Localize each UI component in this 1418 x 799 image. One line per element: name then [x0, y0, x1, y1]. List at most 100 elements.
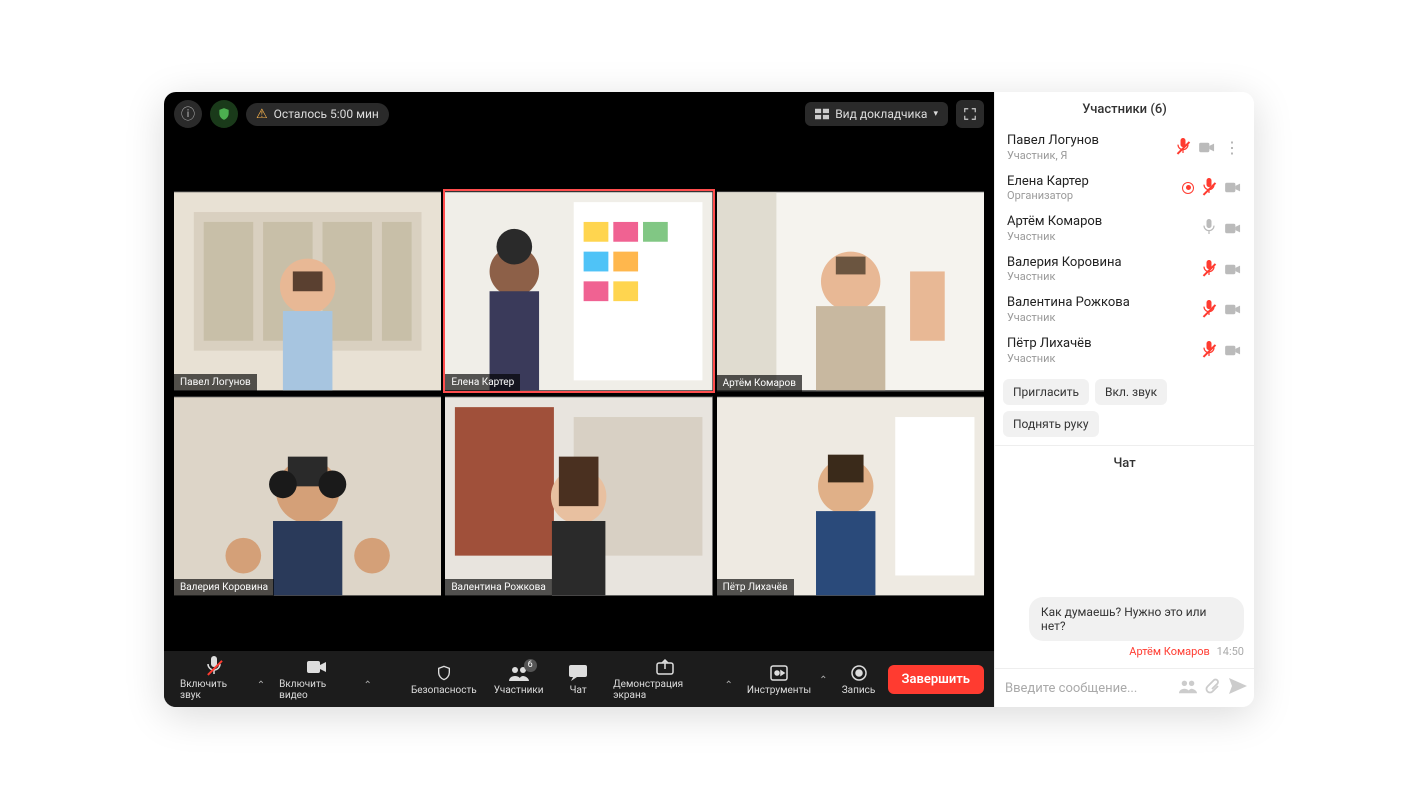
time-remaining-pill[interactable]: ⚠ Осталось 5:00 мин	[246, 103, 389, 126]
mic-icon	[1200, 341, 1218, 359]
shield-icon	[436, 663, 452, 683]
mic-icon	[207, 656, 221, 679]
time-remaining-text: Осталось 5:00 мин	[274, 107, 379, 121]
share-label: Демонстрация экрана	[613, 679, 716, 701]
tile-name-tag: Валерия Коровина	[174, 579, 274, 596]
camera-icon	[1198, 138, 1216, 156]
video-tile[interactable]: Павел Логунов	[174, 191, 441, 391]
warning-icon: ⚠	[256, 107, 268, 122]
video-tile[interactable]: Артём Комаров	[717, 191, 984, 392]
share-button[interactable]: Демонстрация экрана	[607, 657, 722, 701]
chat-message-sender: Артём Комаров	[1129, 645, 1210, 658]
raise-hand-button[interactable]: Поднять руку	[1003, 411, 1099, 437]
mention-icon[interactable]	[1179, 678, 1197, 698]
participants-label: Участники	[494, 685, 544, 696]
mic-icon	[1174, 138, 1192, 156]
mute-all-button[interactable]: Вкл. звук	[1095, 379, 1167, 405]
chat-panel-title: Чат	[995, 445, 1254, 481]
chat-input[interactable]	[1005, 681, 1171, 696]
participant-video	[445, 191, 712, 391]
participant-row[interactable]: Павел ЛогуновУчастник, Я ⋮	[1003, 127, 1246, 168]
audio-label: Включить звук	[180, 679, 249, 701]
chevron-down-icon: ▾	[933, 109, 938, 119]
participant-name: Валерия Коровина	[1007, 255, 1194, 271]
security-status-button[interactable]	[210, 100, 238, 128]
invite-button[interactable]: Пригласить	[1003, 379, 1089, 405]
participant-role: Участник	[1007, 311, 1194, 324]
participant-row[interactable]: Валентина РожковаУчастник	[1003, 289, 1246, 330]
audio-button[interactable]: Включить звук	[174, 657, 255, 701]
view-mode-button[interactable]: Вид докладчика ▾	[805, 102, 948, 126]
participant-role: Участник	[1007, 230, 1194, 243]
mic-icon	[1200, 301, 1218, 319]
video-button[interactable]: Включить видео	[273, 657, 361, 701]
video-tile[interactable]: Валерия Коровина	[174, 396, 441, 596]
tools-caret[interactable]: ⌃	[817, 675, 829, 696]
camera-icon	[1224, 260, 1242, 278]
participant-row[interactable]: Валерия КоровинаУчастник	[1003, 249, 1246, 290]
recording-icon	[1182, 182, 1194, 194]
participant-row[interactable]: Елена КартерОрганизатор	[1003, 168, 1246, 209]
security-button[interactable]: Безопасность	[406, 663, 483, 696]
participants-actions: Пригласить Вкл. звук Поднять руку	[995, 371, 1254, 445]
participant-name: Павел Логунов	[1007, 133, 1168, 149]
fullscreen-button[interactable]	[956, 100, 984, 128]
participants-panel-title: Участники (6)	[995, 92, 1254, 127]
chat-body: Как думаешь? Нужно это или нет? Артём Ко…	[995, 481, 1254, 668]
participant-video	[174, 396, 441, 596]
chat-button[interactable]: Чат	[555, 663, 601, 696]
fullscreen-icon	[963, 107, 977, 121]
tile-name-tag: Артём Комаров	[717, 375, 802, 392]
participant-video	[174, 191, 441, 391]
participant-role: Участник	[1007, 352, 1194, 365]
share-caret[interactable]: ⌃	[722, 680, 734, 701]
video-icon	[307, 657, 327, 677]
bottom-bar: Включить звук ⌃ Включить видео ⌃ Безопас…	[164, 651, 994, 707]
video-tile[interactable]: Валентина Рожкова	[445, 396, 712, 596]
video-grid-wrap: Павел Логунов Елена Картер Артём Комаров	[164, 136, 994, 651]
audio-caret[interactable]: ⌃	[255, 680, 267, 701]
chat-message-bubble: Как думаешь? Нужно это или нет?	[1029, 597, 1244, 641]
send-icon[interactable]	[1229, 678, 1247, 698]
mic-icon	[1200, 260, 1218, 278]
record-button[interactable]: Запись	[836, 663, 882, 696]
video-tile[interactable]: Пётр Лихачёв	[717, 396, 984, 597]
info-button[interactable]: ⓘ	[174, 100, 202, 128]
video-tile[interactable]: Елена Картер	[445, 191, 712, 391]
participant-name: Валентина Рожкова	[1007, 295, 1194, 311]
camera-icon	[1224, 341, 1242, 359]
chat-message-meta: Артём Комаров 14:50	[1129, 645, 1244, 658]
camera-icon	[1224, 179, 1242, 197]
participants-list: Павел ЛогуновУчастник, Я ⋮ Елена КартерОрг…	[995, 127, 1254, 371]
tile-name-tag: Валентина Рожкова	[445, 579, 551, 596]
share-icon	[656, 657, 674, 677]
tools-button[interactable]: Инструменты	[741, 663, 817, 696]
mic-icon	[1200, 219, 1218, 237]
participant-video	[445, 396, 712, 596]
participants-button[interactable]: 6 Участники	[488, 663, 549, 696]
attach-icon[interactable]	[1205, 677, 1221, 699]
participant-row[interactable]: Пётр ЛихачёвУчастник	[1003, 330, 1246, 371]
participant-row[interactable]: Артём КомаровУчастник	[1003, 208, 1246, 249]
top-bar: ⓘ ⚠ Осталось 5:00 мин Вид докладчика ▾	[164, 92, 994, 136]
tools-label: Инструменты	[747, 685, 811, 696]
record-icon	[851, 663, 867, 683]
video-grid: Павел Логунов Елена Картер Артём Комаров	[174, 191, 984, 596]
more-icon[interactable]: ⋮	[1222, 138, 1242, 157]
app-window: ⓘ ⚠ Осталось 5:00 мин Вид докладчика ▾	[164, 92, 1254, 707]
grid-icon	[815, 108, 829, 120]
participant-role: Организатор	[1007, 189, 1176, 202]
end-call-button[interactable]: Завершить	[888, 665, 984, 694]
side-panel: Участники (6) Павел ЛогуновУчастник, Я ⋮ Е…	[994, 92, 1254, 707]
participant-role: Участник, Я	[1007, 149, 1168, 162]
info-icon: ⓘ	[181, 104, 195, 124]
chat-icon	[569, 663, 587, 683]
participant-name: Елена Картер	[1007, 174, 1176, 190]
participants-count-badge: 6	[524, 659, 537, 672]
mic-icon	[1200, 179, 1218, 197]
tile-name-tag: Пётр Лихачёв	[717, 579, 794, 596]
camera-icon	[1224, 301, 1242, 319]
view-mode-label: Вид докладчика	[835, 107, 927, 121]
video-caret[interactable]: ⌃	[361, 680, 373, 701]
chat-label: Чат	[570, 685, 587, 696]
